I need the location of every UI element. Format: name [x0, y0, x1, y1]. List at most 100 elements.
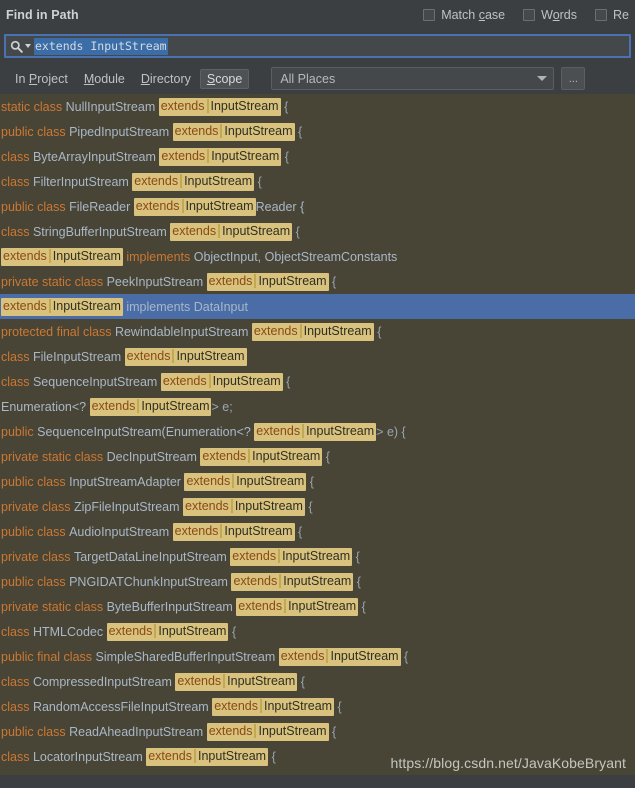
search-input[interactable]: extends InputStream [4, 34, 631, 58]
scope-tab-group: In Project Module Directory Scope [8, 68, 250, 89]
match-highlight: extends InputStream [160, 372, 283, 391]
match-keyword: extends [253, 323, 298, 338]
code-segment: PeekInputStream [106, 274, 207, 289]
code-segment: NullInputStream [65, 99, 159, 114]
code-segment: TargetDataLineInputStream [73, 549, 231, 564]
match-keyword: extends [3, 298, 47, 313]
match-separator [194, 749, 196, 763]
code-segment: RandomAccessFileInputStream [32, 699, 213, 714]
result-row[interactable]: class RandomAccessFileInputStream extend… [0, 694, 635, 719]
result-row[interactable]: public class PNGIDATChunkInputStream ext… [0, 569, 635, 594]
result-row[interactable]: Enumeration<? extends InputStream > e; [0, 394, 635, 419]
match-keyword: extends [280, 648, 325, 663]
scope-tab-in-project[interactable]: In Project [8, 69, 75, 89]
code-segment: { [280, 99, 289, 114]
result-row[interactable]: class ByteArrayInputStream extends InputS… [0, 144, 635, 169]
code-segment: ByteArrayInputStream [32, 149, 160, 164]
code-segment: protected final class [1, 324, 115, 339]
search-results-list[interactable]: static class NullInputStream extends Inpu… [0, 94, 635, 788]
match-highlight: extends InputStream [175, 672, 298, 691]
result-row[interactable]: class SequenceInputStream extends InputSt… [0, 369, 635, 394]
code-segment: { [268, 749, 276, 764]
result-row[interactable]: extends InputStream implements ObjectInpu… [0, 244, 635, 269]
result-row[interactable]: class StringBufferInputStream extends Inp… [0, 219, 635, 244]
checkbox-match-case[interactable] [423, 9, 436, 21]
match-keyword: extends [108, 623, 153, 638]
code-segment: { [358, 599, 366, 614]
result-row[interactable]: private static class DecInputStream exte… [0, 444, 635, 469]
chevron-down-icon[interactable] [537, 76, 548, 81]
match-keyword: extends [160, 98, 205, 113]
more-options-button[interactable]: ... [561, 67, 586, 90]
result-row[interactable]: public class FileReader extends InputStre… [0, 194, 635, 219]
option-words[interactable]: Words [523, 8, 577, 22]
search-input-value[interactable]: extends InputStream [34, 37, 168, 55]
code-segment: { [334, 699, 342, 714]
match-identifier: InputStream [176, 348, 245, 363]
places-dropdown[interactable]: All Places [271, 67, 555, 90]
code-segment: class [1, 699, 33, 714]
result-row[interactable]: public class ReadAheadInputStream extend… [0, 719, 635, 744]
code-segment: { [328, 724, 337, 739]
match-highlight: extends InputStream [172, 122, 295, 141]
match-identifier: InputStream [184, 173, 253, 188]
scope-tab-scope[interactable]: Scope [199, 68, 250, 89]
scope-tab-module[interactable]: Module [77, 69, 132, 89]
match-highlight: extends InputStream [254, 422, 377, 441]
match-separator [279, 574, 282, 588]
match-keyword: extends [135, 198, 180, 213]
result-row[interactable]: private class TargetDataLineInputStream … [0, 544, 635, 569]
result-row[interactable]: private class ZipFileInputStream extends… [0, 494, 635, 519]
code-segment: implements [122, 249, 194, 264]
result-row[interactable]: class HTMLCodec extends InputStream { [0, 619, 635, 644]
match-keyword: extends [208, 273, 253, 288]
code-segment: private static class [1, 274, 107, 289]
match-highlight: extends InputStream [184, 472, 307, 491]
match-keyword: extends [174, 123, 219, 138]
option-regex[interactable]: Re [595, 8, 629, 22]
result-row[interactable]: public class InputStreamAdapter extends I… [0, 469, 635, 494]
result-row[interactable]: private static class ByteBufferInputStre… [0, 594, 635, 619]
checkbox-regex[interactable] [595, 9, 608, 21]
code-segment: public class [1, 724, 70, 739]
match-identifier: InputStream [210, 98, 279, 113]
match-separator [180, 174, 183, 188]
match-identifier: InputStream [222, 223, 291, 238]
option-label-match-case: Match case [441, 8, 506, 22]
scope-tab-directory[interactable]: Directory [134, 69, 198, 89]
match-separator [48, 299, 51, 313]
match-separator [48, 249, 51, 263]
match-keyword: extends [232, 548, 277, 563]
match-separator [206, 99, 209, 113]
code-segment: static class [1, 99, 66, 114]
match-keyword: extends [3, 248, 47, 263]
result-row[interactable]: static class NullInputStream extends Inpu… [0, 94, 635, 119]
result-row-selected[interactable]: extends InputStream implements DataInput [0, 294, 635, 319]
result-row[interactable]: public SequenceInputStream(Enumeration<?… [0, 419, 635, 444]
result-row[interactable]: class CompressedInputStream extends Input… [0, 669, 635, 694]
match-identifier: InputStream [52, 248, 121, 263]
option-match-case[interactable]: Match case [423, 8, 505, 22]
search-options-group: Match case Words Re [423, 8, 629, 22]
code-segment: > e) { [376, 424, 406, 439]
result-row[interactable]: private static class PeekInputStream ext… [0, 269, 635, 294]
result-row[interactable]: protected final class RewindableInputStr… [0, 319, 635, 344]
result-row[interactable]: class FileInputStream extends InputStream [0, 344, 635, 369]
checkbox-words[interactable] [523, 9, 536, 21]
match-highlight: extends InputStream [89, 397, 212, 416]
code-segment: { [228, 624, 237, 639]
code-segment: PipedInputStream [69, 124, 173, 139]
result-row[interactable]: class FilterInputStream extends InputStre… [0, 169, 635, 194]
places-dropdown-value: All Places [280, 71, 336, 86]
chevron-down-icon[interactable] [25, 44, 31, 48]
match-keyword: extends [208, 723, 253, 738]
match-highlight: extends InputStream [172, 522, 295, 541]
code-segment: PNGIDATChunkInputStream [69, 574, 232, 589]
code-segment: public class [1, 199, 70, 214]
result-row[interactable]: public class PipedInputStream extends Inp… [0, 119, 635, 144]
result-row[interactable]: public class AudioInputStream extends Inp… [0, 519, 635, 544]
result-row[interactable]: public final class SimpleSharedBufferInp… [0, 644, 635, 669]
search-icon[interactable] [10, 40, 31, 53]
code-segment: InputStreamAdapter [69, 474, 185, 489]
code-segment: { [353, 574, 361, 589]
